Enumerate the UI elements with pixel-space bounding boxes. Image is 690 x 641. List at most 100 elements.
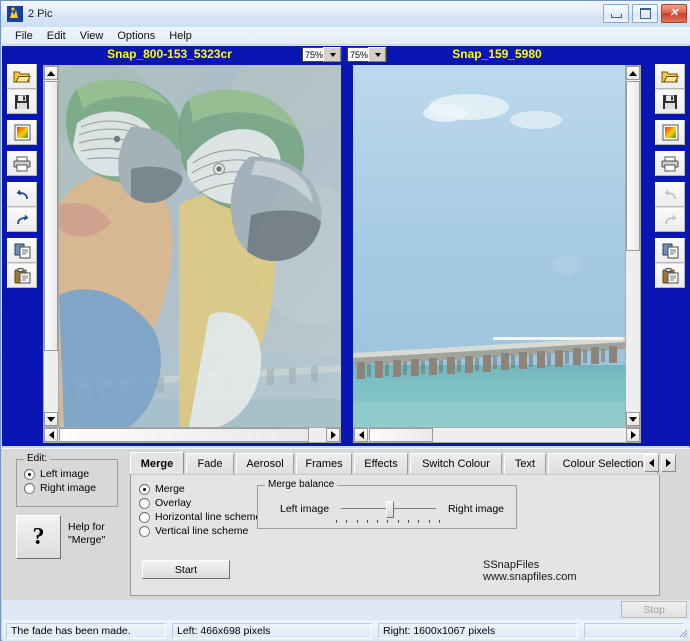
pane-headers: Snap_800-153_5323cr Snap_159_5980 75% 75… bbox=[2, 46, 690, 64]
tab-aerosol[interactable]: Aerosol bbox=[236, 453, 294, 474]
left-pane-hscrollbar[interactable] bbox=[43, 427, 341, 443]
question-mark-icon: ? bbox=[33, 524, 45, 551]
tab-scroll-prev-button[interactable] bbox=[644, 454, 659, 472]
status-area: Stop The fade has been made. Left: 466x6… bbox=[2, 600, 690, 641]
print-button[interactable] bbox=[7, 151, 37, 176]
maximize-button[interactable] bbox=[632, 4, 658, 23]
app-icon bbox=[7, 6, 23, 22]
scroll-down-button[interactable] bbox=[44, 412, 58, 426]
tab-scroll-next-button[interactable] bbox=[661, 454, 676, 472]
radio-dot-icon bbox=[24, 469, 35, 480]
right-pane-vscrollbar[interactable] bbox=[625, 65, 641, 427]
left-pane-vscrollbar[interactable] bbox=[43, 65, 59, 427]
menu-item-file[interactable]: File bbox=[8, 29, 40, 43]
right-zoom-select[interactable]: 75% bbox=[347, 47, 387, 62]
tick bbox=[357, 520, 358, 523]
redo-icon bbox=[14, 213, 31, 227]
scroll-left-button[interactable] bbox=[354, 428, 368, 442]
right-image bbox=[353, 65, 625, 427]
tab-effects[interactable]: Effects bbox=[354, 453, 408, 474]
title-bar: 2 Pic ✕ bbox=[1, 1, 690, 28]
radio-edit-right-image[interactable]: Right image bbox=[24, 482, 117, 494]
merge-balance-group: Merge balance Left image Right image bbox=[257, 485, 517, 529]
right-toolbar-group-file bbox=[652, 64, 688, 114]
tick bbox=[439, 520, 440, 523]
menu-item-help[interactable]: Help bbox=[162, 29, 199, 43]
right-toolbar-group-history bbox=[652, 182, 688, 232]
slider-thumb[interactable] bbox=[386, 501, 394, 518]
right-toolbar-group-colour bbox=[652, 120, 688, 145]
open-icon bbox=[13, 69, 31, 85]
triangle-down-icon bbox=[629, 417, 637, 422]
right-pane-vscroll-thumb[interactable] bbox=[626, 81, 640, 251]
radio-mode-overlay[interactable]: Overlay bbox=[139, 497, 261, 509]
triangle-down-icon bbox=[47, 417, 55, 422]
radio-dot-icon bbox=[24, 483, 35, 494]
resize-grip-icon[interactable] bbox=[676, 626, 688, 638]
start-button[interactable]: Start bbox=[142, 560, 230, 579]
menu-item-edit[interactable]: Edit bbox=[40, 29, 73, 43]
right-pane-hscrollbar[interactable] bbox=[353, 427, 641, 443]
colour-button[interactable] bbox=[7, 120, 37, 145]
help-text-line1: Help for bbox=[68, 521, 105, 534]
print-button[interactable] bbox=[655, 151, 685, 176]
radio-edit-left-image[interactable]: Left image bbox=[24, 468, 117, 480]
scroll-left-button[interactable] bbox=[44, 428, 58, 442]
minimize-button[interactable] bbox=[603, 4, 629, 23]
workspace: Snap_800-153_5323cr Snap_159_5980 75% 75… bbox=[2, 46, 690, 446]
radio-mode-vertical-line-scheme[interactable]: Vertical line scheme bbox=[139, 525, 261, 537]
tab-colour-selection[interactable]: Colour Selection bbox=[548, 453, 658, 474]
undo-button[interactable] bbox=[7, 182, 37, 207]
merge-balance-slider[interactable] bbox=[337, 500, 440, 518]
print-icon bbox=[13, 156, 31, 172]
colour-icon bbox=[14, 124, 31, 141]
scroll-right-button[interactable] bbox=[626, 428, 640, 442]
scroll-up-button[interactable] bbox=[626, 66, 640, 80]
help-button[interactable]: ? bbox=[16, 515, 61, 559]
copy-button[interactable] bbox=[655, 238, 685, 263]
left-image-title: Snap_800-153_5323cr bbox=[42, 47, 297, 61]
tick bbox=[367, 520, 368, 523]
left-pane-hscroll-thumb[interactable] bbox=[59, 428, 309, 442]
colour-button[interactable] bbox=[655, 120, 685, 145]
right-pane-hscroll-thumb[interactable] bbox=[369, 428, 433, 442]
scroll-right-button[interactable] bbox=[326, 428, 340, 442]
right-image-canvas[interactable] bbox=[353, 65, 625, 427]
copy-button[interactable] bbox=[7, 238, 37, 263]
tab-merge[interactable]: Merge bbox=[130, 452, 184, 475]
left-image bbox=[59, 65, 341, 427]
scroll-up-button[interactable] bbox=[44, 66, 58, 80]
radio-mode-horizontal-line-scheme[interactable]: Horizontal line scheme bbox=[139, 511, 261, 523]
paste-button[interactable] bbox=[7, 263, 37, 288]
triangle-up-icon bbox=[47, 71, 55, 76]
triangle-left-icon bbox=[359, 431, 364, 439]
close-button[interactable]: ✕ bbox=[661, 4, 687, 23]
save-icon bbox=[14, 94, 30, 110]
tab-text[interactable]: Text bbox=[504, 453, 546, 474]
left-zoom-select[interactable]: 75% bbox=[302, 47, 342, 62]
scroll-down-button[interactable] bbox=[626, 412, 640, 426]
snapfiles-logo-icon: S bbox=[483, 559, 490, 571]
tab-frames[interactable]: Frames bbox=[296, 453, 352, 474]
save-button[interactable] bbox=[7, 89, 37, 114]
open-button[interactable] bbox=[655, 64, 685, 89]
minimize-icon bbox=[611, 14, 622, 18]
redo-button[interactable] bbox=[7, 207, 37, 232]
radio-mode-merge[interactable]: Merge bbox=[139, 483, 261, 495]
tab-fade[interactable]: Fade bbox=[186, 453, 234, 474]
left-toolbar bbox=[4, 64, 40, 294]
tick bbox=[387, 520, 388, 523]
application-window: 2 Pic ✕ File Edit View Options Help Snap… bbox=[0, 0, 690, 641]
undo-icon bbox=[662, 188, 679, 202]
left-image-canvas[interactable] bbox=[59, 65, 341, 427]
tab-switch-colour[interactable]: Switch Colour bbox=[410, 453, 502, 474]
left-pane-vscroll-thumb[interactable] bbox=[44, 81, 58, 351]
watermark-url: www.snapfiles.com bbox=[483, 571, 577, 583]
tab-strip: Merge Fade Aerosol Frames Effects Switch… bbox=[130, 453, 660, 475]
menu-item-view[interactable]: View bbox=[73, 29, 111, 43]
menu-item-options[interactable]: Options bbox=[110, 29, 162, 43]
save-button[interactable] bbox=[655, 89, 685, 114]
paste-button[interactable] bbox=[655, 263, 685, 288]
colour-icon bbox=[662, 124, 679, 141]
open-button[interactable] bbox=[7, 64, 37, 89]
